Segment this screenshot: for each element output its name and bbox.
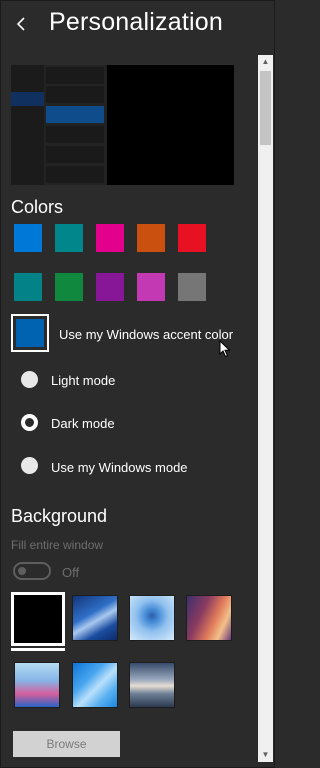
toggle-knob: [18, 567, 26, 575]
color-swatch[interactable]: [96, 224, 124, 252]
colors-heading: Colors: [11, 197, 64, 217]
page-title: Personalization: [49, 8, 223, 36]
color-swatch[interactable]: [14, 224, 42, 252]
accent-color-fill: [16, 319, 44, 347]
theme-preview: [11, 65, 234, 185]
color-swatch[interactable]: [14, 273, 42, 301]
background-heading: Background: [11, 506, 108, 526]
browse-button[interactable]: Browse: [13, 731, 120, 757]
toggle-state-label: Off: [62, 565, 80, 580]
color-swatch[interactable]: [137, 224, 165, 252]
dark-mode-label[interactable]: Dark mode: [51, 416, 115, 431]
color-swatch[interactable]: [178, 273, 206, 301]
preview-row-selected: [46, 106, 104, 123]
color-swatch[interactable]: [96, 273, 124, 301]
color-swatch[interactable]: [178, 224, 206, 252]
selected-thumb-underline: [11, 648, 65, 651]
color-swatch[interactable]: [55, 273, 83, 301]
fill-window-toggle[interactable]: [13, 562, 51, 580]
preview-row: [46, 67, 104, 84]
windows-mode-radio[interactable]: [21, 457, 38, 474]
color-swatch[interactable]: [55, 224, 83, 252]
fill-window-label: Fill entire window: [11, 538, 104, 552]
windows-mode-label[interactable]: Use my Windows mode: [51, 460, 188, 475]
mouse-pointer-icon: [219, 339, 233, 358]
background-thumb-blue-tree[interactable]: [129, 595, 175, 641]
scroll-down-icon[interactable]: ▼: [258, 748, 273, 762]
preview-content-pane: [107, 65, 234, 185]
background-thumb-sunset-sky[interactable]: [129, 662, 175, 708]
preview-row: [46, 86, 104, 103]
preview-accent-bar: [11, 92, 44, 106]
accent-option-label[interactable]: Use my Windows accent color: [59, 327, 233, 342]
windows-accent-swatch[interactable]: [11, 314, 49, 354]
selected-thumb-border: [11, 592, 65, 646]
background-thumb-solid-black[interactable]: [11, 592, 65, 652]
preview-row: [46, 146, 104, 163]
scrollbar-thumb[interactable]: [260, 71, 271, 145]
preview-row: [46, 126, 104, 143]
preview-row: [46, 166, 104, 183]
background-thumb-canyon[interactable]: [186, 595, 232, 641]
background-thumb-blue-geometric[interactable]: [72, 662, 118, 708]
preview-list-pane: [44, 65, 106, 185]
scroll-up-icon[interactable]: ▲: [258, 55, 273, 69]
back-chevron-icon[interactable]: [14, 12, 34, 36]
color-swatch[interactable]: [137, 273, 165, 301]
preview-nav-pane: [11, 65, 44, 185]
light-mode-radio[interactable]: [21, 371, 38, 388]
background-thumb-pink-hills[interactable]: [14, 662, 60, 708]
dark-mode-radio[interactable]: [21, 414, 38, 431]
light-mode-label[interactable]: Light mode: [51, 373, 115, 388]
vertical-scrollbar[interactable]: ▲ ▼: [258, 55, 273, 762]
background-thumb-blue-streaks[interactable]: [72, 595, 118, 641]
